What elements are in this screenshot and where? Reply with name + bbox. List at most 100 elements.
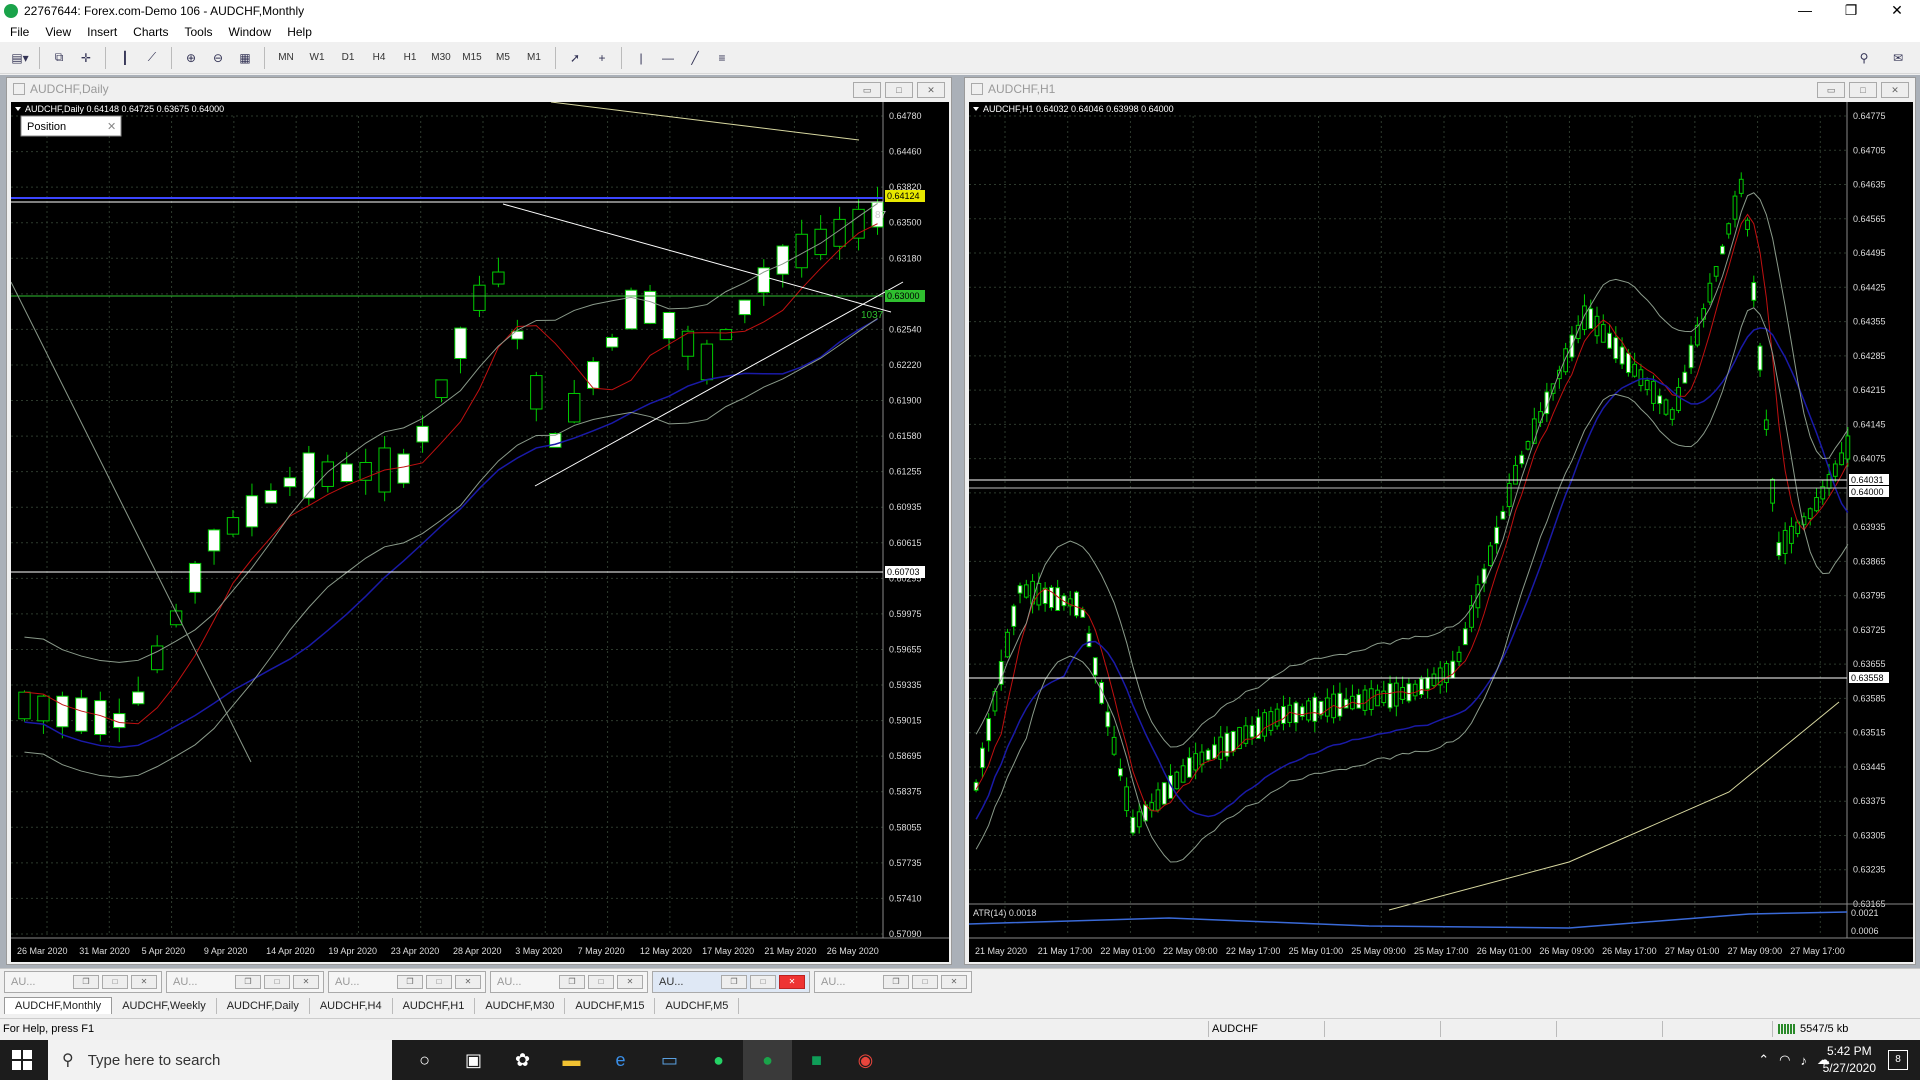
taskbar-clock[interactable]: 5:42 PM 5/27/2020 bbox=[1823, 1043, 1876, 1077]
chart-window-h1[interactable]: AUDCHF,H1 ▭ □ ✕ 0.64775 0.64705 0.64635 0.6… bbox=[964, 77, 1916, 965]
new-chart-icon[interactable]: ▤▾ bbox=[8, 46, 32, 70]
menu-help[interactable]: Help bbox=[279, 25, 320, 39]
timeframe-h4-button[interactable]: H4 bbox=[365, 46, 393, 70]
close-icon[interactable]: ✕ bbox=[293, 975, 319, 989]
menu-view[interactable]: View bbox=[37, 25, 79, 39]
chart-close-button[interactable]: ✕ bbox=[1881, 82, 1909, 98]
hangouts-icon[interactable]: ■ bbox=[792, 1040, 841, 1080]
menu-file[interactable]: File bbox=[2, 25, 37, 39]
maximize-icon[interactable]: □ bbox=[102, 975, 128, 989]
timeframe-mn-button[interactable]: MN bbox=[272, 46, 300, 70]
close-icon[interactable]: ✕ bbox=[617, 975, 643, 989]
maximize-icon[interactable]: □ bbox=[588, 975, 614, 989]
zoom-out-icon[interactable]: ⊖ bbox=[206, 46, 230, 70]
bearish-candle bbox=[1017, 585, 1023, 594]
tab-audchf-m30[interactable]: AUDCHF,M30 bbox=[475, 998, 566, 1014]
restore-icon[interactable]: ❐ bbox=[235, 975, 261, 989]
edge-browser-icon[interactable]: e bbox=[596, 1040, 645, 1080]
timeframe-m30-button[interactable]: M30 bbox=[427, 46, 455, 70]
minimized-chart[interactable]: AU... ❐ □ ✕ bbox=[166, 971, 324, 993]
chart-minimize-button[interactable]: ▭ bbox=[853, 82, 881, 98]
bar-chart-icon[interactable]: ┃ bbox=[113, 46, 137, 70]
taskbar-search-box[interactable]: ⚲ Type here to search bbox=[48, 1040, 392, 1080]
wifi-icon[interactable]: ◠ bbox=[1779, 1052, 1790, 1068]
tray-chevron-icon[interactable]: ⌃ bbox=[1758, 1052, 1769, 1068]
restore-icon[interactable]: ❐ bbox=[397, 975, 423, 989]
restore-icon[interactable]: ❐ bbox=[883, 975, 909, 989]
h1-candlestick-chart[interactable]: 0.64775 0.64705 0.64635 0.64565 0.64495 0.644… bbox=[969, 102, 1913, 962]
minimized-chart[interactable]: AU... ❐ □ ✕ bbox=[490, 971, 648, 993]
daily-candlestick-chart[interactable]: 0.647800.644600.638200.635000.631800.628… bbox=[11, 102, 949, 962]
search-icon[interactable]: ⚲ bbox=[1852, 46, 1876, 70]
chat-icon[interactable]: ✉ bbox=[1886, 46, 1910, 70]
menu-insert[interactable]: Insert bbox=[79, 25, 125, 39]
close-button[interactable]: ✕ bbox=[1874, 0, 1920, 22]
timeframe-m5-button[interactable]: M5 bbox=[489, 46, 517, 70]
crosshair-icon[interactable]: ✛ bbox=[74, 46, 98, 70]
menu-charts[interactable]: Charts bbox=[125, 25, 176, 39]
chart-maximize-button[interactable]: □ bbox=[885, 82, 913, 98]
timeframe-w1-button[interactable]: W1 bbox=[303, 46, 331, 70]
tab-audchf-m15[interactable]: AUDCHF,M15 bbox=[565, 998, 656, 1014]
close-icon[interactable]: ✕ bbox=[779, 975, 805, 989]
chart-window-titlebar[interactable]: AUDCHF,Daily bbox=[7, 78, 951, 100]
remote-desktop-icon[interactable]: ▭ bbox=[645, 1040, 694, 1080]
chart-close-button[interactable]: ✕ bbox=[917, 82, 945, 98]
file-explorer-icon[interactable]: ▬ bbox=[547, 1040, 596, 1080]
forex-app-icon[interactable]: ● bbox=[743, 1040, 792, 1080]
settings-app-icon[interactable]: ✿ bbox=[498, 1040, 547, 1080]
minimize-button[interactable]: — bbox=[1782, 0, 1828, 22]
chart-window-titlebar[interactable]: AUDCHF,H1 bbox=[965, 78, 1915, 100]
market-watch-icon[interactable]: ⧉ bbox=[47, 46, 71, 70]
tab-audchf-h4[interactable]: AUDCHF,H4 bbox=[310, 998, 393, 1014]
close-icon[interactable]: ✕ bbox=[941, 975, 967, 989]
crosshair-tool-icon[interactable]: + bbox=[590, 46, 614, 70]
chrome-icon[interactable]: ◉ bbox=[841, 1040, 890, 1080]
fibonacci-icon[interactable]: ≡ bbox=[710, 46, 734, 70]
tab-audchf-h1[interactable]: AUDCHF,H1 bbox=[393, 998, 476, 1014]
timeframe-m15-button[interactable]: M15 bbox=[458, 46, 486, 70]
tab-audchf-weekly[interactable]: AUDCHF,Weekly bbox=[112, 998, 217, 1014]
minimized-chart-active[interactable]: AU... ❐ □ ✕ bbox=[652, 971, 810, 993]
task-view-icon[interactable]: ▣ bbox=[449, 1040, 498, 1080]
timeframe-m1-button[interactable]: M1 bbox=[520, 46, 548, 70]
maximize-icon[interactable]: □ bbox=[750, 975, 776, 989]
restore-icon[interactable]: ❐ bbox=[721, 975, 747, 989]
chart-window-daily[interactable]: AUDCHF,Daily ▭ □ ✕ 0.64780 0.64460 0.63820… bbox=[6, 77, 952, 965]
close-icon[interactable]: ✕ bbox=[131, 975, 157, 989]
notification-center-icon[interactable]: 8 bbox=[1888, 1050, 1908, 1070]
windows-start-icon[interactable] bbox=[12, 1050, 32, 1070]
maximize-icon[interactable]: □ bbox=[912, 975, 938, 989]
cortana-icon[interactable]: ○ bbox=[400, 1040, 449, 1080]
minimized-chart[interactable]: AU... ❐ □ ✕ bbox=[328, 971, 486, 993]
chart-maximize-button[interactable]: □ bbox=[1849, 82, 1877, 98]
line-chart-icon[interactable]: ⟋ bbox=[140, 46, 164, 70]
restore-icon[interactable]: ❐ bbox=[73, 975, 99, 989]
restore-icon[interactable]: ❐ bbox=[559, 975, 585, 989]
tab-audchf-m5[interactable]: AUDCHF,M5 bbox=[655, 998, 740, 1014]
volume-icon[interactable]: ♪ bbox=[1801, 1053, 1808, 1068]
vertical-line-icon[interactable]: | bbox=[629, 46, 653, 70]
tab-audchf-monthly[interactable]: AUDCHF,Monthly bbox=[4, 997, 113, 1014]
zoom-in-icon[interactable]: ⊕ bbox=[179, 46, 203, 70]
bullish-candle bbox=[1124, 786, 1130, 812]
tab-audchf-daily[interactable]: AUDCHF,Daily bbox=[217, 998, 310, 1014]
minimized-chart-label: AU... bbox=[173, 976, 198, 988]
minimized-chart[interactable]: AU... ❐ □ ✕ bbox=[814, 971, 972, 993]
timeframe-d1-button[interactable]: D1 bbox=[334, 46, 362, 70]
maximize-icon[interactable]: □ bbox=[264, 975, 290, 989]
horizontal-line-icon[interactable]: — bbox=[656, 46, 680, 70]
menu-window[interactable]: Window bbox=[221, 25, 280, 39]
close-icon[interactable]: ✕ bbox=[455, 975, 481, 989]
minimized-chart[interactable]: AU... ❐ □ ✕ bbox=[4, 971, 162, 993]
time-axis-label: 14 Apr 2020 bbox=[266, 946, 315, 956]
timeframe-h1-button[interactable]: H1 bbox=[396, 46, 424, 70]
whatsapp-icon[interactable]: ● bbox=[694, 1040, 743, 1080]
trendline-icon[interactable]: ╱ bbox=[683, 46, 707, 70]
maximize-icon[interactable]: □ bbox=[426, 975, 452, 989]
menu-tools[interactable]: Tools bbox=[177, 25, 221, 39]
restore-button[interactable]: ❐ bbox=[1828, 0, 1874, 22]
cursor-icon[interactable]: ➚ bbox=[563, 46, 587, 70]
chart-minimize-button[interactable]: ▭ bbox=[1817, 82, 1845, 98]
tile-windows-icon[interactable]: ▦ bbox=[233, 46, 257, 70]
